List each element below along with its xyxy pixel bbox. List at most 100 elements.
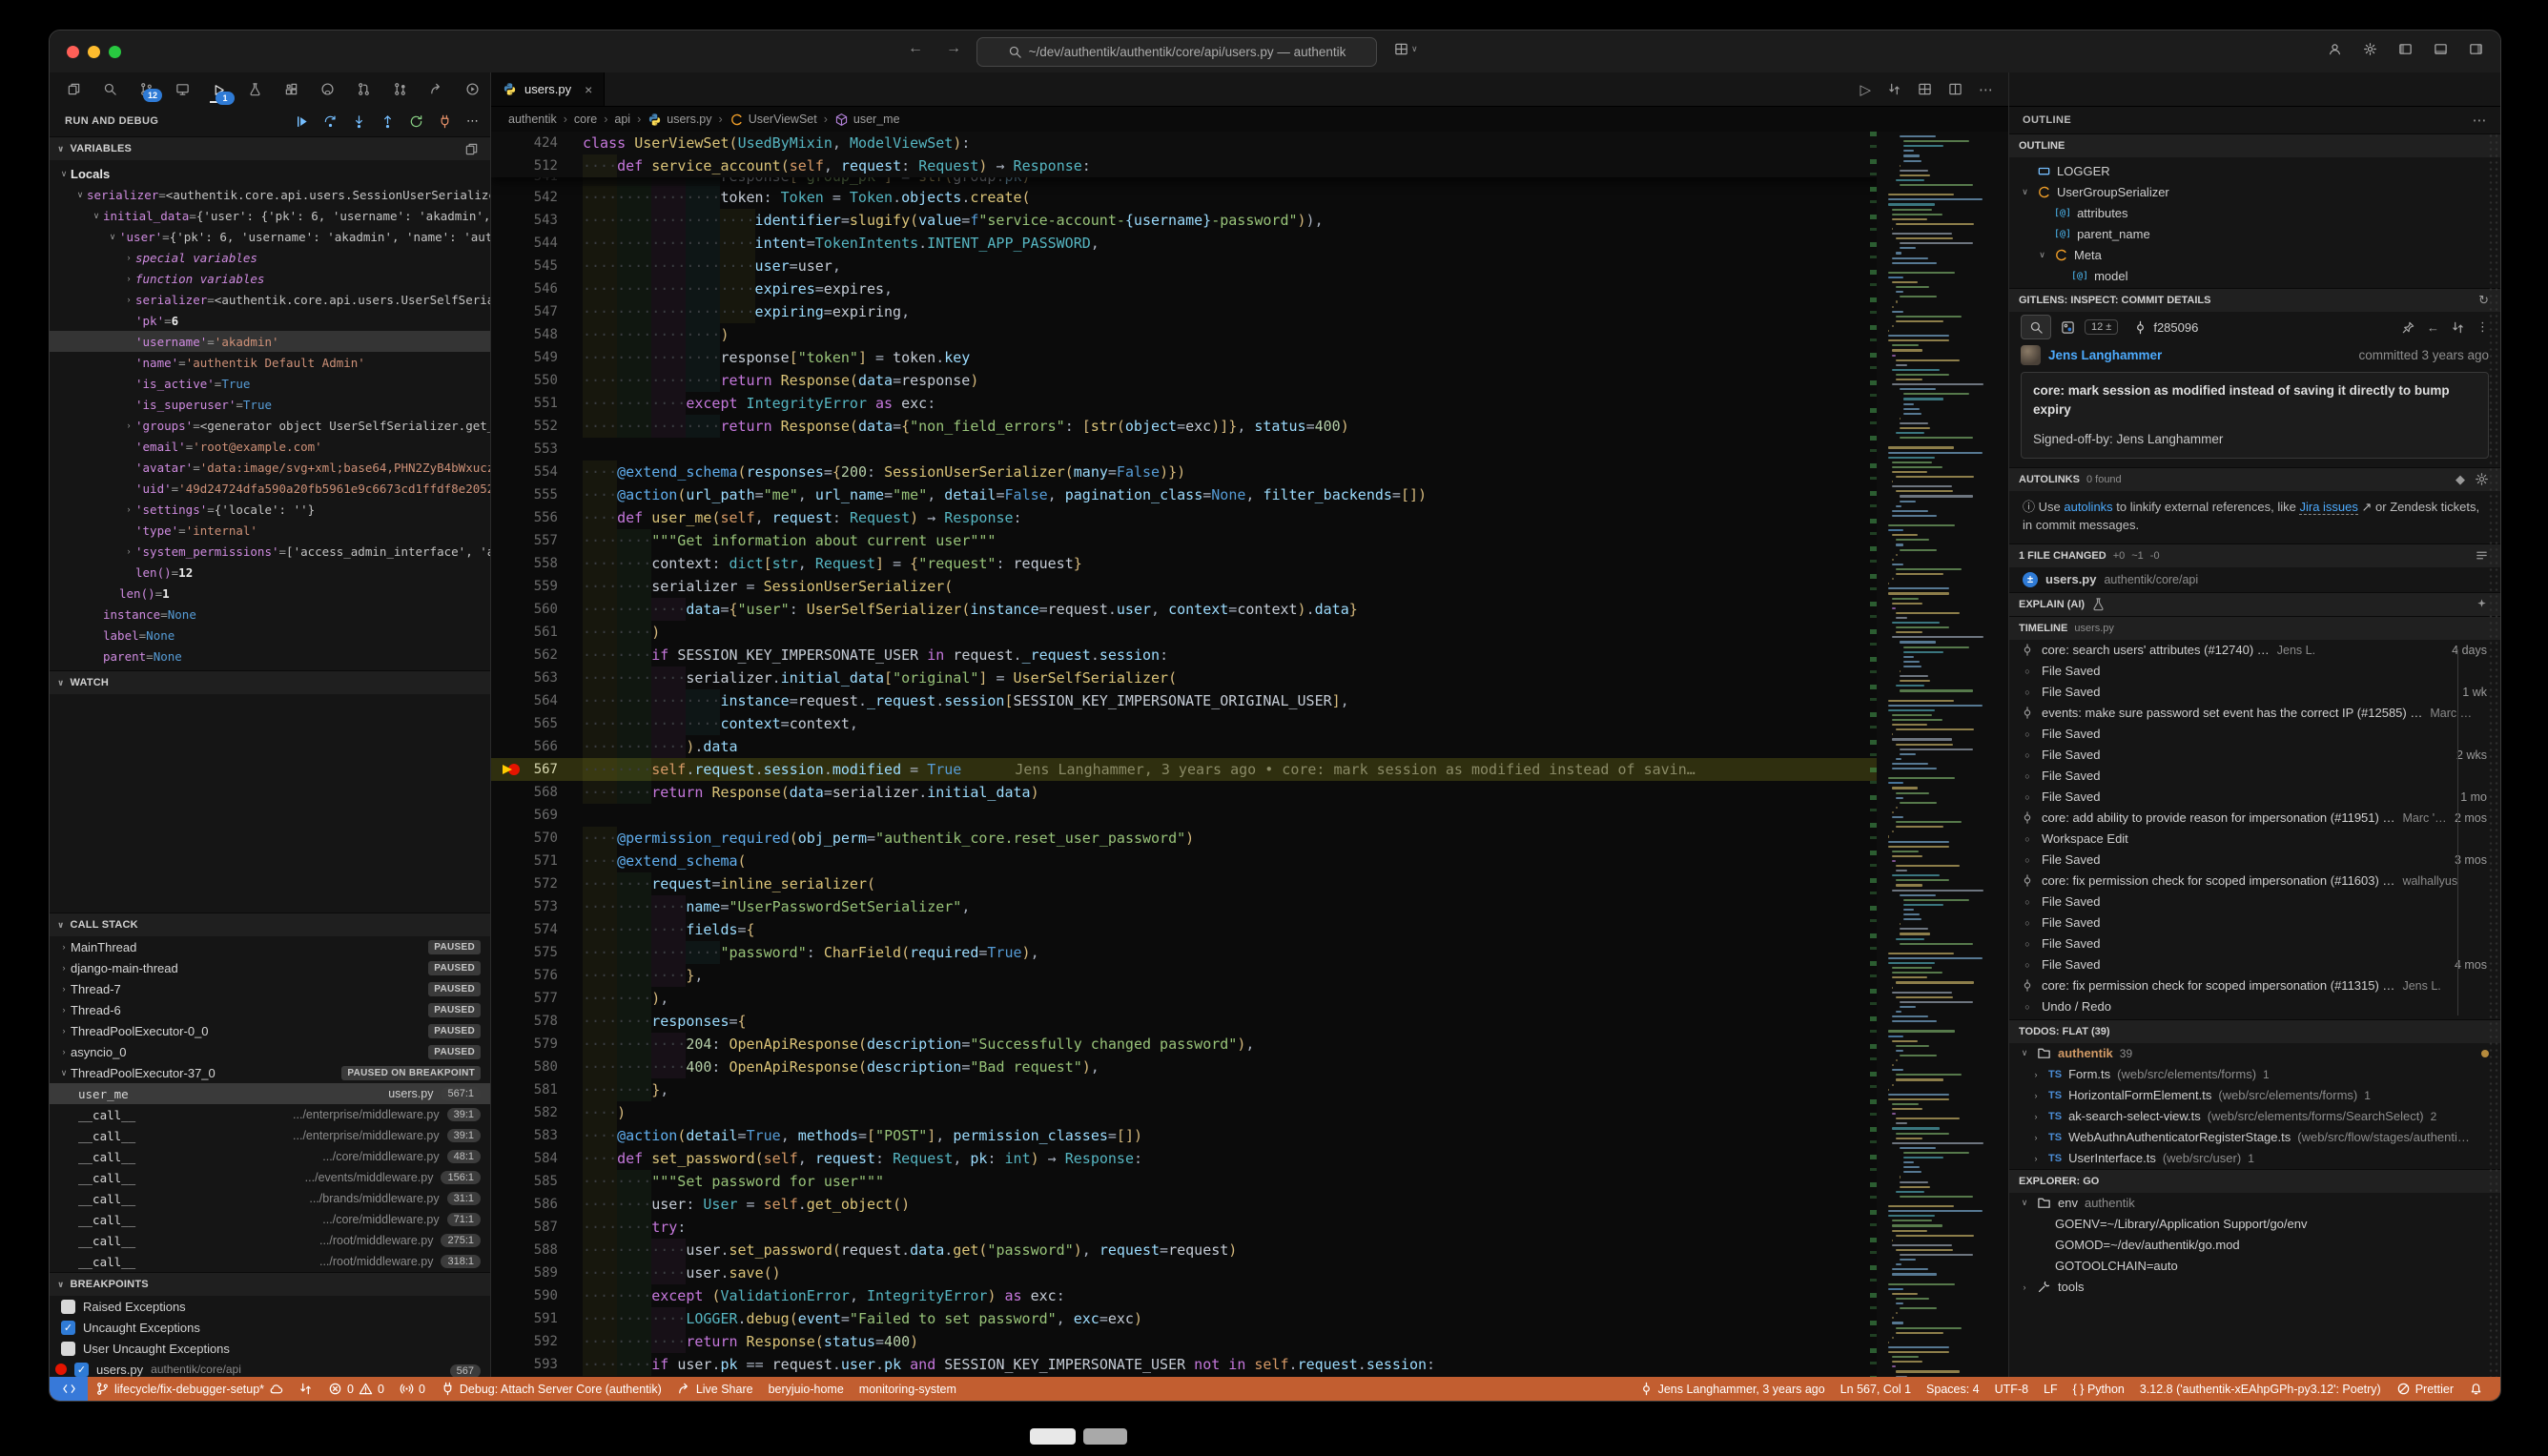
variable-row[interactable]: ›'settings' = {'locale': ''} [50, 499, 490, 520]
todo-file-row[interactable]: ›TSForm.ts(web/src/elements/forms)1 [2009, 1064, 2500, 1085]
explorer-icon[interactable] [65, 80, 83, 98]
thread-row[interactable]: ›Thread-6PAUSED [50, 999, 490, 1020]
jira-issues-link[interactable]: Jira issues [2299, 500, 2357, 515]
minimize-window-button[interactable] [88, 46, 100, 58]
commit-blame[interactable]: Jens Langhammer, 3 years ago [1632, 1382, 1833, 1396]
variable-row[interactable]: 'name' = 'authentik Default Admin' [50, 352, 490, 373]
timeline-item[interactable]: ○File Saved1 mo [2009, 787, 2500, 808]
copy-value-icon[interactable] [464, 142, 479, 156]
debug-session[interactable]: Debug: Attach Server Core (authentik) [433, 1382, 669, 1396]
stack-frame-row[interactable]: user_meusers.py567:1 [50, 1083, 490, 1104]
gitlens-icon[interactable] [391, 80, 409, 98]
tools-row[interactable]: ›tools [2009, 1277, 2500, 1298]
watch-section-header[interactable]: ∨ WATCH [50, 670, 490, 694]
breadcrumb-item[interactable]: UserViewSet [729, 113, 817, 127]
variables-section-header[interactable]: ∨ VARIABLES [50, 136, 490, 160]
outline-item-parent_name[interactable]: [@]parent_name [2009, 223, 2500, 244]
todo-file-row[interactable]: ›TSWebAuthnAuthenticatorRegisterStage.ts… [2009, 1127, 2500, 1148]
breakpoint-toggle-row[interactable]: Raised Exceptions [50, 1296, 490, 1317]
checkbox[interactable]: ✓ [61, 1321, 75, 1335]
changed-file-row[interactable]: ± users.py authentik/core/api [2009, 567, 2500, 592]
code-line[interactable]: 555····@action(url_path="me", url_name="… [491, 483, 2008, 506]
variable-row[interactable]: 'email' = 'root@example.com' [50, 436, 490, 457]
variable-row[interactable]: 'uid' = '49d24724dfa590a20fb5961e9c6673c… [50, 478, 490, 499]
todo-file-row[interactable]: ›TSak-search-select-view.ts(web/src/elem… [2009, 1106, 2500, 1127]
eol[interactable]: LF [2036, 1383, 2065, 1396]
code-line[interactable]: 562········if SESSION_KEY_IMPERSONATE_US… [491, 644, 2008, 666]
code-line[interactable]: 564················instance=request._req… [491, 689, 2008, 712]
outline-item-attributes[interactable]: [@]attributes [2009, 202, 2500, 223]
breadcrumb-item[interactable]: user_me [834, 113, 900, 127]
encoding[interactable]: UTF-8 [1987, 1383, 2036, 1396]
variable-row[interactable]: 'username' = 'akadmin' [50, 331, 490, 352]
command-center[interactable]: ~/dev/authentik/authentik/core/api/users… [976, 37, 1377, 67]
more-actions-icon[interactable]: ⋯ [2473, 112, 2487, 129]
code-line[interactable]: 572········request=inline_serializer( [491, 872, 2008, 895]
restart-icon[interactable] [409, 114, 423, 129]
toggle-primary-sidebar-icon[interactable] [2398, 42, 2413, 56]
code-line[interactable]: 588············user.set_password(request… [491, 1239, 2008, 1261]
code-line[interactable]: 566············).data [491, 735, 2008, 758]
back-icon[interactable]: ← [2427, 320, 2439, 335]
timeline-item[interactable]: ○Workspace Edit [2009, 829, 2500, 850]
code-line[interactable]: 554····@extend_schema(responses={200: Se… [491, 461, 2008, 483]
code-line[interactable]: 553 [491, 438, 2008, 461]
code-line[interactable]: 591············LOGGER.debug(event="Faile… [491, 1307, 2008, 1330]
remote-explorer-icon[interactable] [174, 80, 192, 98]
layout-control[interactable]: ∨ [1394, 42, 1418, 56]
stack-frame-row[interactable]: __call__.../enterprise/middleware.py39:1 [50, 1125, 490, 1146]
language-mode[interactable]: { } Python [2065, 1383, 2132, 1396]
thread-row[interactable]: ›asyncio_0PAUSED [50, 1041, 490, 1062]
testing-icon[interactable] [246, 80, 264, 98]
code-line[interactable]: 560············data={"user": UserSelfSer… [491, 598, 2008, 621]
code-line[interactable]: 551············except IntegrityError as … [491, 392, 2008, 415]
todos-folder-row[interactable]: ∨authentik39 [2009, 1043, 2500, 1064]
code-line[interactable]: 586········user: User = self.get_object(… [491, 1193, 2008, 1216]
forward-icon[interactable]: → [946, 40, 961, 57]
code-line[interactable]: 583····@action(detail=True, methods=["PO… [491, 1124, 2008, 1147]
outline-item-logger[interactable]: LOGGER [2009, 160, 2500, 181]
settings-gear-icon[interactable] [2363, 42, 2377, 56]
more-actions-icon[interactable]: ⋯ [1979, 81, 1993, 98]
thread-row[interactable]: ›ThreadPoolExecutor-0_0PAUSED [50, 1020, 490, 1041]
variable-row[interactable]: ∨initial_data = {'user': {'pk': 6, 'user… [50, 205, 490, 226]
pull-requests-icon[interactable] [355, 80, 373, 98]
code-line[interactable]: 568········return Response(data=serializ… [491, 781, 2008, 804]
code-line[interactable]: 565················context=context, [491, 712, 2008, 735]
variable-row[interactable]: len() = 12 [50, 562, 490, 583]
code-line[interactable]: 547····················expiring=expiring… [491, 300, 2008, 323]
timeline-item[interactable]: ○File Saved [2009, 661, 2500, 682]
gitlens-section-header[interactable]: GITLENS: INSPECT: COMMIT DETAILS ↻ [2009, 288, 2500, 312]
toggle-panel-icon[interactable] [2434, 42, 2448, 56]
cursor-position[interactable]: Ln 567, Col 1 [1833, 1383, 1919, 1396]
code-line[interactable]: 556····def user_me(self, request: Reques… [491, 506, 2008, 529]
variable-row[interactable]: instance = None [50, 604, 490, 625]
minimap[interactable] [1877, 132, 2008, 1377]
todo-file-row[interactable]: ›TSHorizontalFormElement.ts(web/src/elem… [2009, 1085, 2500, 1106]
code-line[interactable]: 571····@extend_schema( [491, 850, 2008, 872]
commit-message-box[interactable]: core: mark session as modified instead o… [2021, 372, 2489, 459]
variable-row[interactable]: ∨Locals [50, 163, 490, 184]
code-line[interactable]: 567········self.request.session.modified… [491, 758, 2008, 781]
search-commit-button[interactable] [2021, 315, 2051, 339]
step-out-icon[interactable] [380, 114, 395, 129]
code-line[interactable]: 543····················identifier=slugif… [491, 209, 2008, 232]
env-var-row[interactable]: GOENV=~/Library/Application Support/go/e… [2009, 1214, 2500, 1235]
call-stack-section-header[interactable]: ∨ CALL STACK [50, 913, 490, 936]
variable-row[interactable]: 'type' = 'internal' [50, 520, 490, 541]
thread-row[interactable]: ›django-main-threadPAUSED [50, 957, 490, 978]
toggle-secondary-sidebar-icon[interactable] [2469, 42, 2483, 56]
live-share[interactable]: Live Share [669, 1382, 761, 1396]
code-line[interactable]: 585········"""Set password for user""" [491, 1170, 2008, 1193]
outline-item-meta[interactable]: ∨Meta [2009, 244, 2500, 265]
step-into-icon[interactable] [352, 114, 366, 129]
stack-frame-row[interactable]: __call__.../brands/middleware.py31:1 [50, 1188, 490, 1209]
checkbox[interactable] [61, 1342, 75, 1356]
env-var-row[interactable]: GOMOD=~/dev/authentik/go.mod [2009, 1235, 2500, 1256]
close-window-button[interactable] [67, 46, 79, 58]
checkbox[interactable]: ✓ [74, 1363, 89, 1377]
timeline-item[interactable]: ○File Saved [2009, 724, 2500, 745]
code-line[interactable]: 587········try: [491, 1216, 2008, 1239]
source-control-sync[interactable] [291, 1382, 320, 1396]
run-and-debug-icon[interactable]: 1 [210, 81, 228, 103]
